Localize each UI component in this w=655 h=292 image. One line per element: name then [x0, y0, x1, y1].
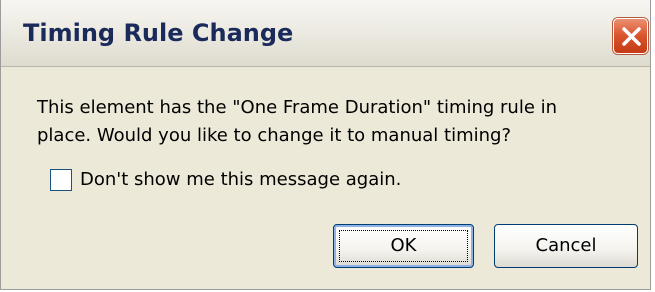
dont-show-again-label[interactable]: Don't show me this message again. — [80, 168, 401, 192]
focus-rectangle — [339, 230, 468, 262]
cancel-button-label: Cancel — [535, 235, 597, 256]
timing-rule-dialog: Timing Rule Change This element has the … — [0, 0, 651, 290]
dialog-message: This element has the "One Frame Duration… — [37, 97, 558, 146]
ok-button[interactable]: OK — [333, 224, 474, 268]
dialog-title: Timing Rule Change — [23, 19, 294, 47]
cancel-button[interactable]: Cancel — [494, 224, 638, 268]
close-button[interactable] — [613, 18, 648, 54]
dialog-title-bar[interactable]: Timing Rule Change — [1, 0, 650, 67]
dont-show-again-checkbox[interactable] — [50, 169, 72, 191]
close-x-icon — [622, 27, 641, 46]
